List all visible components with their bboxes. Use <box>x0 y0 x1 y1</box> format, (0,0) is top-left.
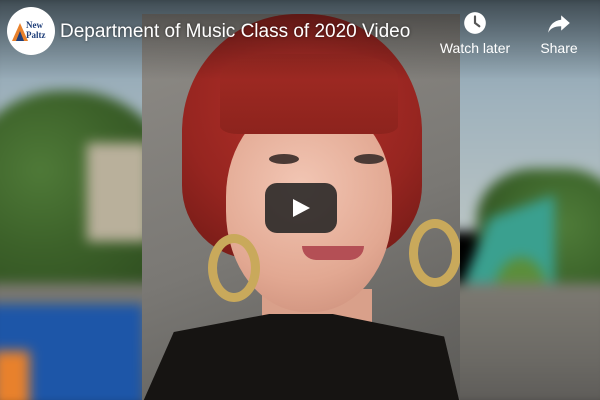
play-button[interactable] <box>265 183 337 233</box>
portrait-earring-right <box>409 219 460 287</box>
share-arrow-icon <box>548 15 570 33</box>
channel-logo-line2: Paltz <box>26 30 46 40</box>
watch-later-button[interactable]: Watch later <box>436 10 514 56</box>
portrait-earring-left <box>208 234 260 302</box>
portrait-eye-left <box>269 154 299 164</box>
portrait-eye-right <box>354 154 384 164</box>
channel-logo[interactable]: New Paltz <box>7 7 55 55</box>
channel-logo-line1: New <box>26 20 43 30</box>
clock-icon <box>464 12 486 34</box>
portrait-mouth <box>302 246 364 260</box>
video-title[interactable]: Department of Music Class of 2020 Video <box>60 21 410 43</box>
play-icon <box>293 199 310 217</box>
share-label: Share <box>540 40 578 56</box>
watch-later-label: Watch later <box>439 40 511 56</box>
share-button[interactable]: Share <box>534 10 584 56</box>
video-player[interactable]: New Paltz Department of Music Class of 2… <box>0 0 600 400</box>
portrait-shirt <box>142 314 460 400</box>
background-sign-accent <box>0 350 30 400</box>
background-building <box>86 142 150 242</box>
channel-logo-text: New Paltz <box>26 20 46 40</box>
